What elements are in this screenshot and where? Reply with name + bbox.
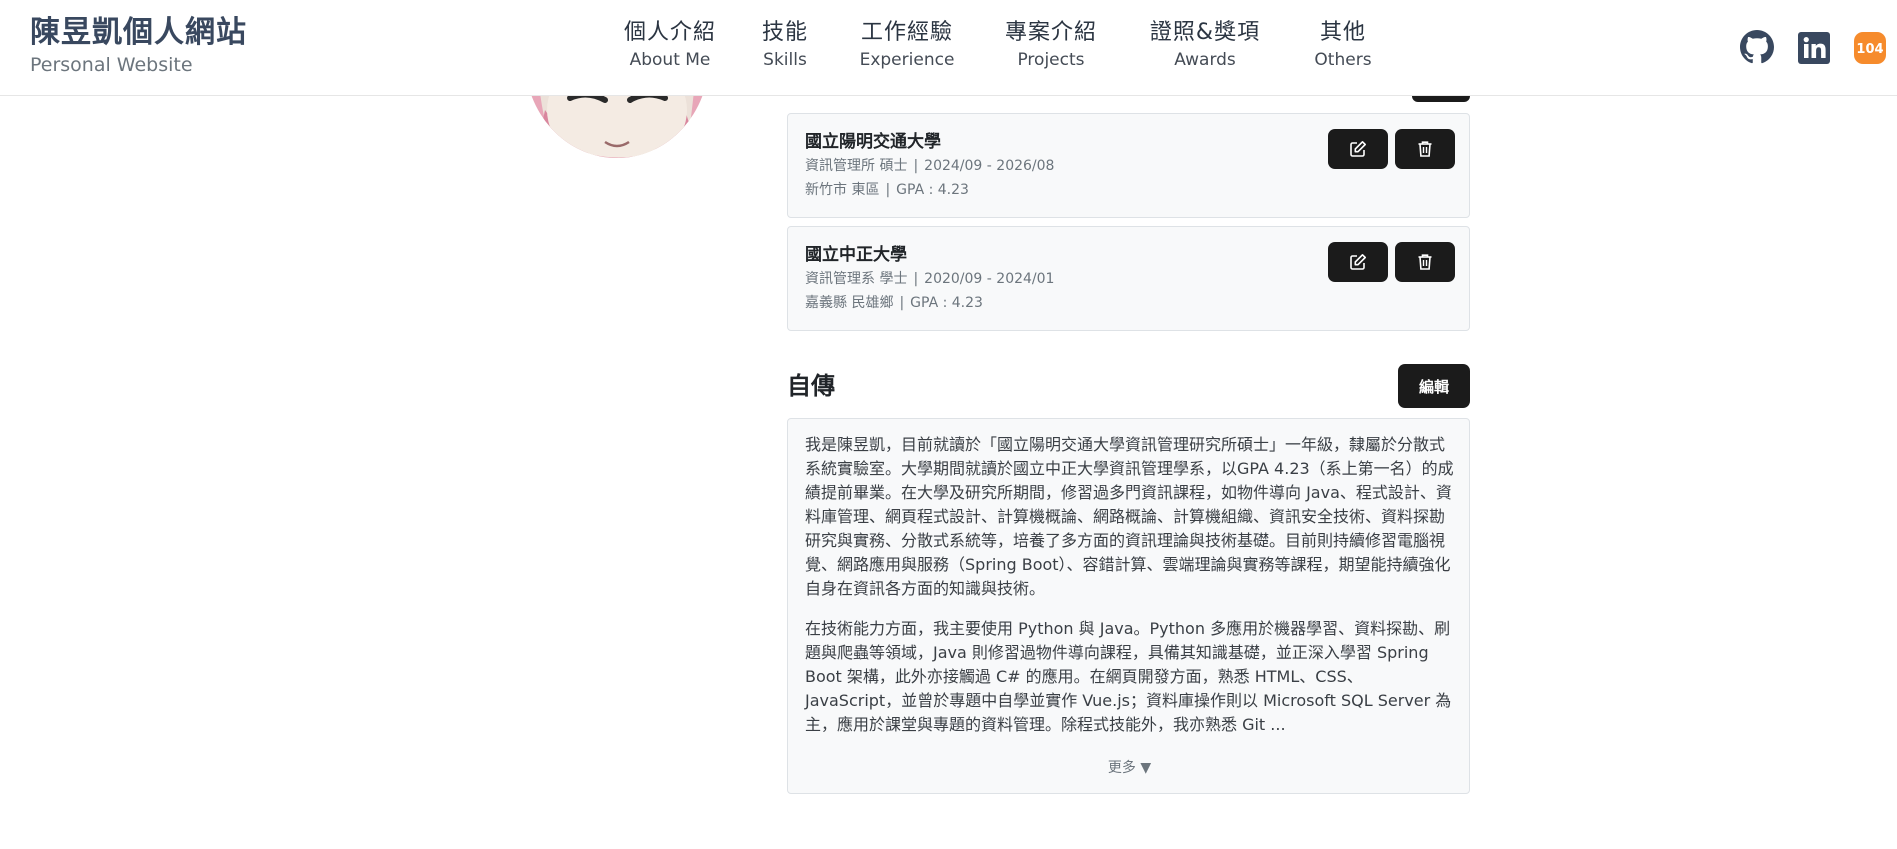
- delete-education-button[interactable]: [1395, 129, 1455, 169]
- linkedin-icon[interactable]: [1798, 32, 1830, 64]
- trash-icon: [1418, 141, 1432, 157]
- period: 2024/09 - 2026/08: [924, 158, 1055, 174]
- nav-about-me[interactable]: 個人介紹 About Me: [620, 18, 720, 72]
- location: 新竹市 東區: [805, 182, 880, 198]
- trash-icon: [1418, 254, 1432, 270]
- autobiography-title: 自傳: [787, 372, 835, 400]
- nav-experience-en: Experience: [859, 50, 955, 70]
- pencil-square-icon: [1350, 141, 1366, 157]
- nav-awards[interactable]: 證照&獎項 Awards: [1145, 18, 1265, 72]
- education-location-gpa: 新竹市 東區 | GPA : 4.23: [805, 180, 969, 200]
- edit-education-button[interactable]: [1328, 129, 1388, 169]
- separator: |: [913, 158, 919, 174]
- education-card: 國立陽明交通大學 資訊管理所 碩士 | 2024/09 - 2026/08 新竹市 …: [787, 113, 1470, 218]
- pencil-square-icon: [1350, 254, 1366, 270]
- separator: |: [913, 271, 919, 287]
- nav-about-me-zh: 個人介紹: [623, 20, 716, 45]
- dept-degree: 資訊管理所 碩士: [805, 158, 908, 174]
- gpa: GPA : 4.23: [910, 295, 983, 311]
- nav-projects[interactable]: 專案介紹 Projects: [1001, 18, 1101, 72]
- edit-education-button[interactable]: [1328, 242, 1388, 282]
- autobiography-paragraph: 我是陳昱凱，目前就讀於「國立陽明交通大學資訊管理研究所碩士」一年級，隸屬於分散式…: [805, 435, 1454, 598]
- education-location-gpa: 嘉義縣 民雄鄉 | GPA : 4.23: [805, 293, 983, 313]
- autobiography-card: 我是陳昱凱，目前就讀於「國立陽明交通大學資訊管理研究所碩士」一年級，隸屬於分散式…: [787, 418, 1470, 794]
- nav-skills-en: Skills: [763, 50, 807, 70]
- job-bank-104-icon[interactable]: 104: [1854, 32, 1886, 64]
- github-icon[interactable]: [1740, 30, 1774, 64]
- nav-others[interactable]: 其他 Others: [1305, 18, 1381, 72]
- separator: |: [899, 295, 905, 311]
- nav-projects-zh: 專案介紹: [1004, 20, 1097, 45]
- nav-skills-zh: 技能: [761, 20, 808, 45]
- job-bank-104-label: 104: [1856, 42, 1883, 57]
- autobiography-paragraph: 在技術能力方面，我主要使用 Python 與 Java。Python 多應用於機…: [805, 619, 1452, 734]
- nav-skills[interactable]: 技能 Skills: [755, 18, 815, 72]
- location: 嘉義縣 民雄鄉: [805, 295, 894, 311]
- edit-autobiography-button[interactable]: 編輯: [1398, 364, 1470, 408]
- nav-projects-en: Projects: [1017, 50, 1085, 70]
- delete-education-button[interactable]: [1395, 242, 1455, 282]
- site-header: 陳昱凱個人網站 Personal Website 個人介紹 About Me 技…: [0, 0, 1897, 96]
- dept-degree: 資訊管理系 學士: [805, 271, 908, 287]
- gpa: GPA : 4.23: [896, 182, 969, 198]
- separator: |: [885, 182, 891, 198]
- education-card: 國立中正大學 資訊管理系 學士 | 2020/09 - 2024/01 嘉義縣 民雄…: [787, 226, 1470, 331]
- brand-subtitle: Personal Website: [30, 54, 193, 76]
- nav-others-en: Others: [1314, 50, 1372, 70]
- brand[interactable]: 陳昱凱個人網站 Personal Website: [30, 14, 247, 78]
- brand-title[interactable]: 陳昱凱個人網站: [30, 14, 247, 52]
- nav-experience[interactable]: 工作經驗 Experience: [857, 18, 957, 72]
- nav-awards-en: Awards: [1174, 50, 1236, 70]
- period: 2020/09 - 2024/01: [924, 271, 1055, 287]
- education-degree-period: 資訊管理所 碩士 | 2024/09 - 2026/08: [805, 156, 1054, 176]
- show-more-link[interactable]: 更多 ▼: [788, 757, 1471, 777]
- education-degree-period: 資訊管理系 學士 | 2020/09 - 2024/01: [805, 269, 1054, 289]
- school-name: 國立陽明交通大學: [805, 132, 941, 152]
- nav-awards-zh: 證照&獎項: [1149, 20, 1261, 45]
- nav-about-me-en: About Me: [629, 50, 711, 70]
- nav-others-zh: 其他: [1319, 20, 1366, 45]
- nav-experience-zh: 工作經驗: [860, 20, 953, 45]
- school-name: 國立中正大學: [805, 245, 907, 265]
